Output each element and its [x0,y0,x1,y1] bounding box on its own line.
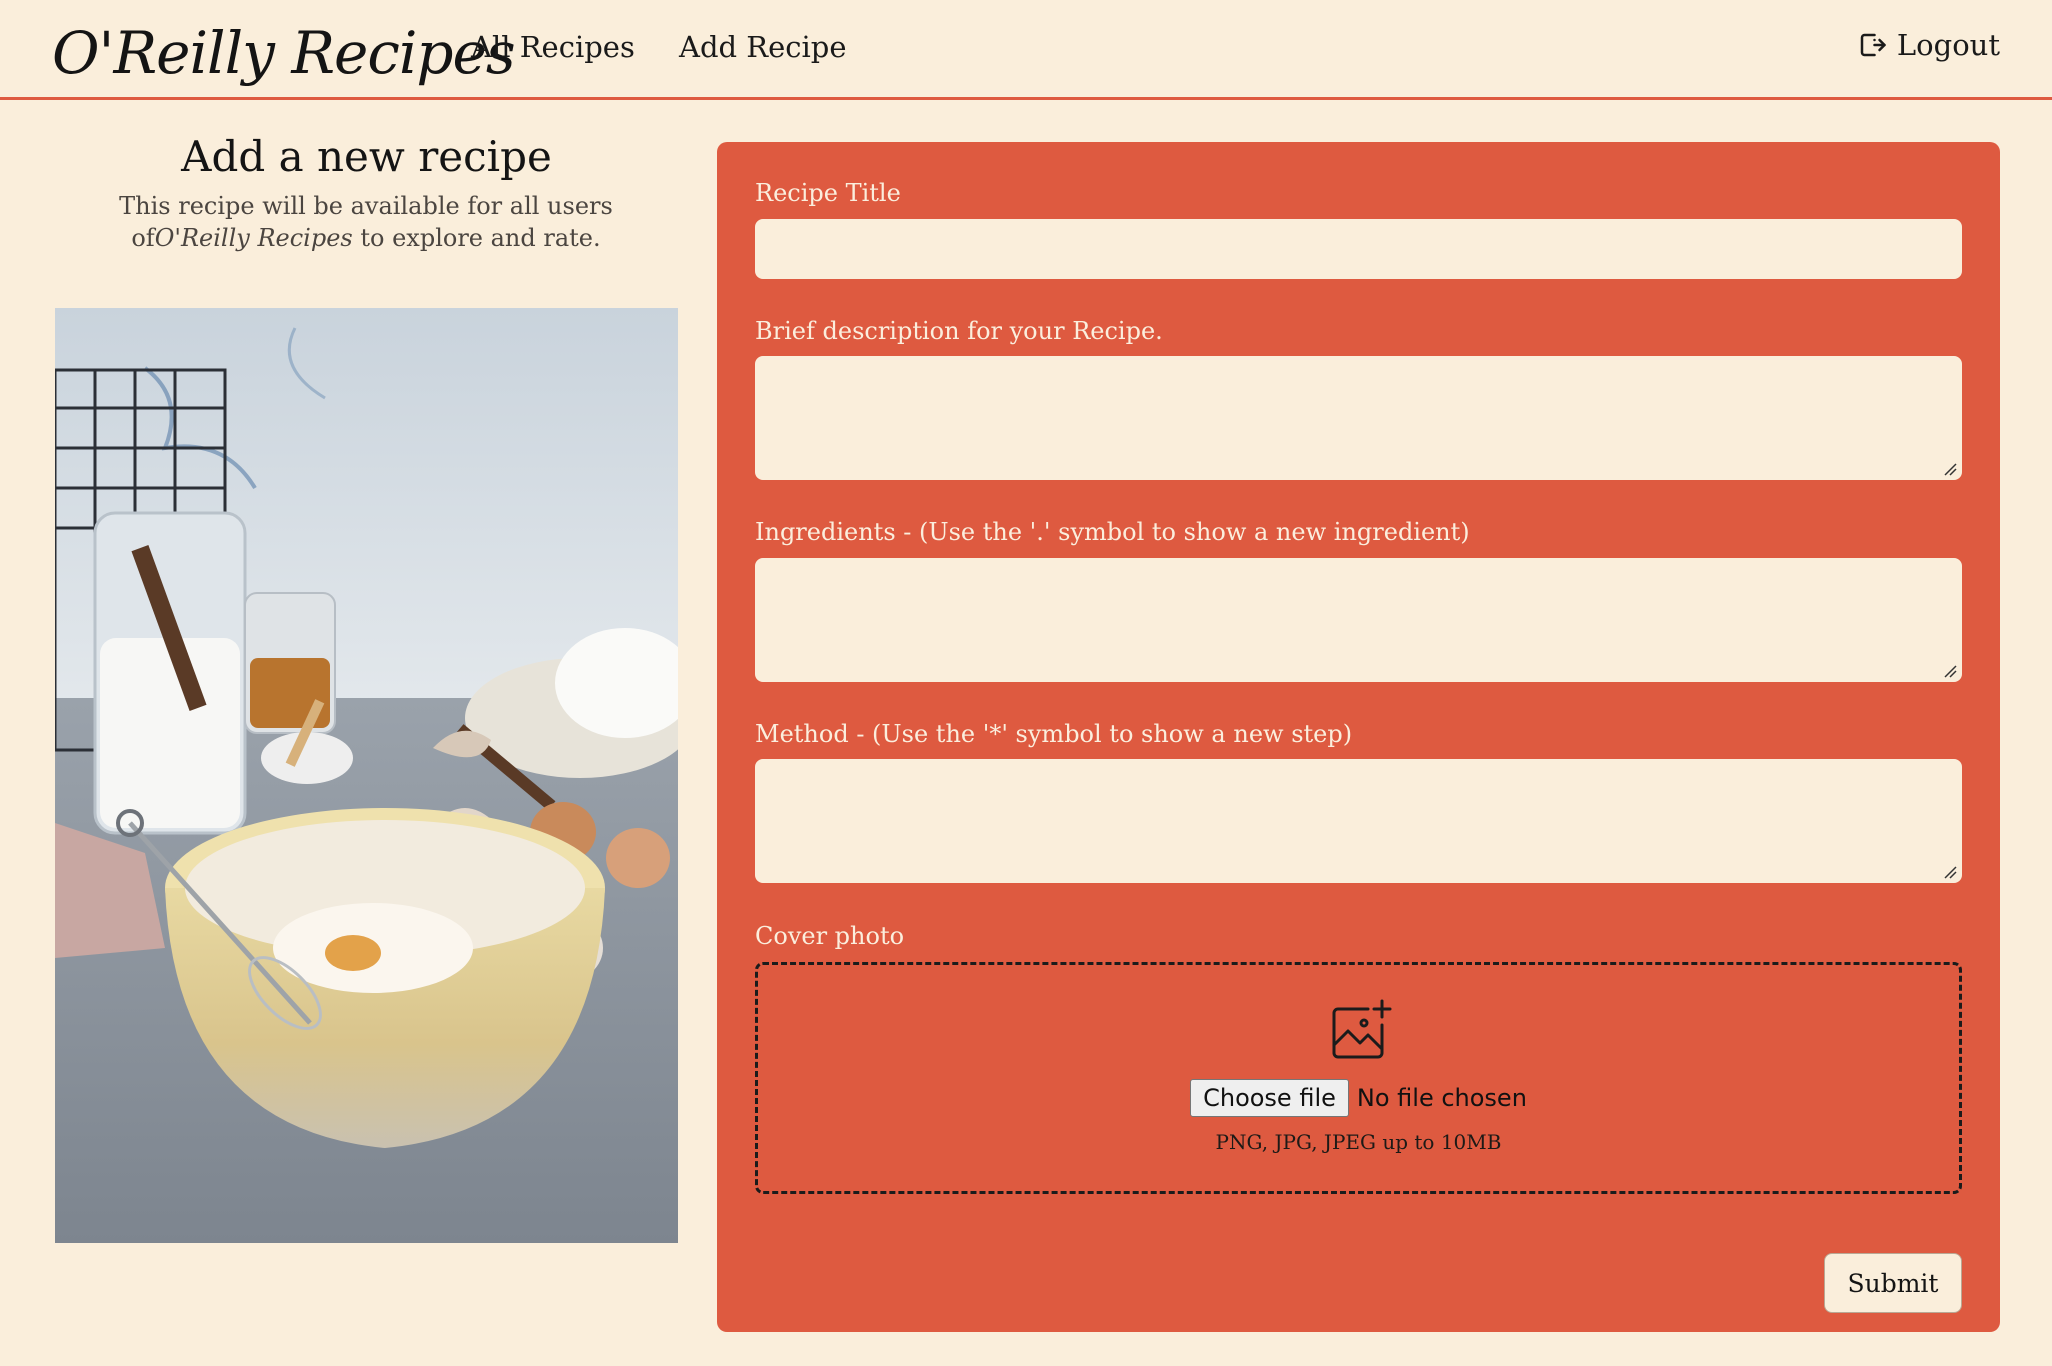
title-label: Recipe Title [755,179,901,207]
page-subtitle: This recipe will be available for all us… [66,190,666,254]
choose-file-button[interactable]: Choose file [1190,1079,1349,1117]
nav-add-recipe[interactable]: Add Recipe [679,30,847,64]
method-label: Method - (Use the '*' symbol to show a n… [755,720,1353,748]
method-textarea[interactable] [755,759,1962,883]
image-add-icon [1332,999,1392,1059]
logout-button[interactable]: Logout [1857,28,2000,62]
method-resize-handle[interactable] [1943,865,1957,879]
description-label: Brief description for your Recipe. [755,317,1163,345]
cover-photo-dropzone[interactable]: Choose file No file chosen PNG, JPG, JPE… [755,962,1962,1194]
file-input-row: Choose file No file chosen [758,1079,1959,1117]
logout-label: Logout [1896,28,2000,62]
file-status: No file chosen [1356,1084,1527,1112]
ingredients-textarea[interactable] [755,558,1962,682]
site-logo[interactable]: O'Reilly Recipes [52,8,516,98]
file-type-hint: PNG, JPG, JPEG up to 10MB [1215,1130,1502,1154]
top-navbar: O'Reilly Recipes All Recipes Add Recipe … [0,0,2052,100]
submit-button[interactable]: Submit [1824,1253,1962,1313]
subtitle-brand: O'Reilly Recipes [154,224,353,252]
description-resize-handle[interactable] [1943,462,1957,476]
subtitle-text-after: to explore and rate. [352,224,601,252]
baking-photo [55,308,678,1243]
baking-illustration [55,308,678,1243]
ingredients-resize-handle[interactable] [1943,664,1957,678]
add-recipe-form: Recipe Title Brief description for your … [717,142,2000,1332]
description-textarea[interactable] [755,356,1962,480]
cover-photo-label: Cover photo [755,922,905,950]
nav-all-recipes[interactable]: All Recipes [471,30,635,64]
ingredients-label: Ingredients - (Use the '.' symbol to sho… [755,518,1470,546]
page-title: Add a new recipe [181,132,552,181]
title-input[interactable] [755,219,1962,279]
logout-icon [1860,33,1886,57]
